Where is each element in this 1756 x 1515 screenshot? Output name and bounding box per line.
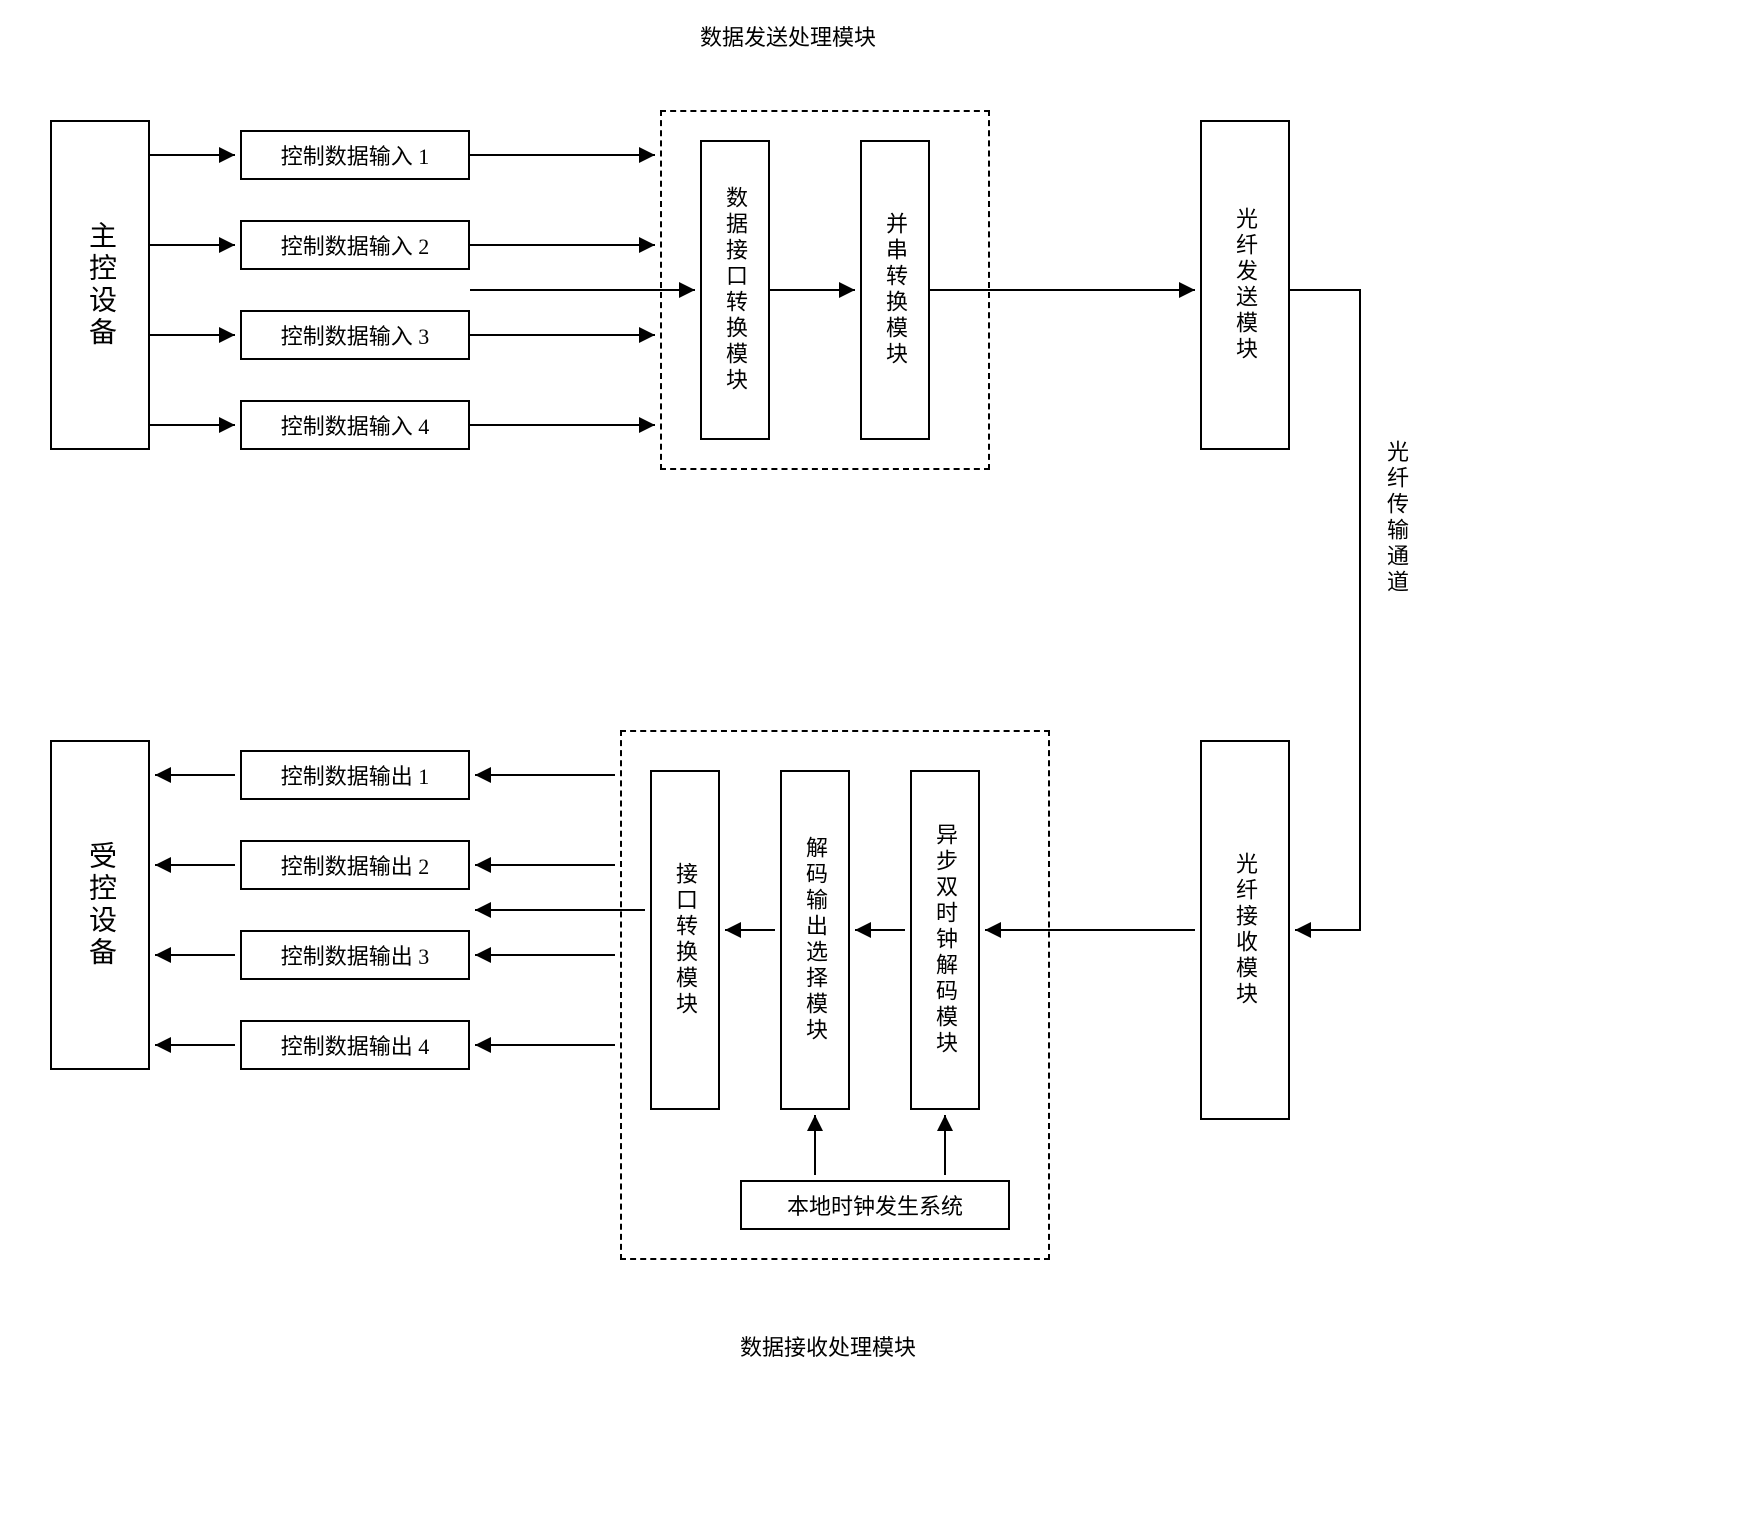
master-device: 主控设备	[50, 120, 150, 450]
local-clock-system: 本地时钟发生系统	[740, 1180, 1010, 1230]
interface-convert: 接口转换模块	[650, 770, 720, 1110]
input-1: 控制数据输入 1	[240, 130, 470, 180]
fiber-send-label: 光纤发送模块	[1229, 207, 1261, 363]
fiber-channel-label: 光纤传输通道	[1380, 440, 1412, 596]
fiber-send-module: 光纤发送模块	[1200, 120, 1290, 450]
master-label: 主控设备	[80, 221, 120, 349]
output-4: 控制数据输出 4	[240, 1020, 470, 1070]
output-2: 控制数据输出 2	[240, 840, 470, 890]
slave-device: 受控设备	[50, 740, 150, 1070]
title-top: 数据发送处理模块	[700, 20, 876, 52]
slave-label: 受控设备	[80, 841, 120, 969]
input-2: 控制数据输入 2	[240, 220, 470, 270]
input-3: 控制数据输入 3	[240, 310, 470, 360]
send-inner1-label: 数据接口转换模块	[719, 186, 751, 394]
input-4: 控制数据输入 4	[240, 400, 470, 450]
async-dual-clock-decode: 异步双时钟解码模块	[910, 770, 980, 1110]
parallel-serial-convert: 并串转换模块	[860, 140, 930, 440]
data-interface-convert: 数据接口转换模块	[700, 140, 770, 440]
recv-inner3-label: 异步双时钟解码模块	[929, 823, 961, 1057]
output-1: 控制数据输出 1	[240, 750, 470, 800]
block-diagram: 数据发送处理模块 主控设备 控制数据输入 1 控制数据输入 2 控制数据输入 3…	[40, 40, 1690, 1440]
title-bottom: 数据接收处理模块	[740, 1330, 916, 1362]
output-3: 控制数据输出 3	[240, 930, 470, 980]
fiber-recv-module: 光纤接收模块	[1200, 740, 1290, 1120]
send-inner2-label: 并串转换模块	[879, 212, 911, 368]
recv-inner2-label: 解码输出选择模块	[799, 836, 831, 1044]
decode-output-select: 解码输出选择模块	[780, 770, 850, 1110]
fiber-recv-label: 光纤接收模块	[1229, 852, 1261, 1008]
recv-inner1-label: 接口转换模块	[669, 862, 701, 1018]
